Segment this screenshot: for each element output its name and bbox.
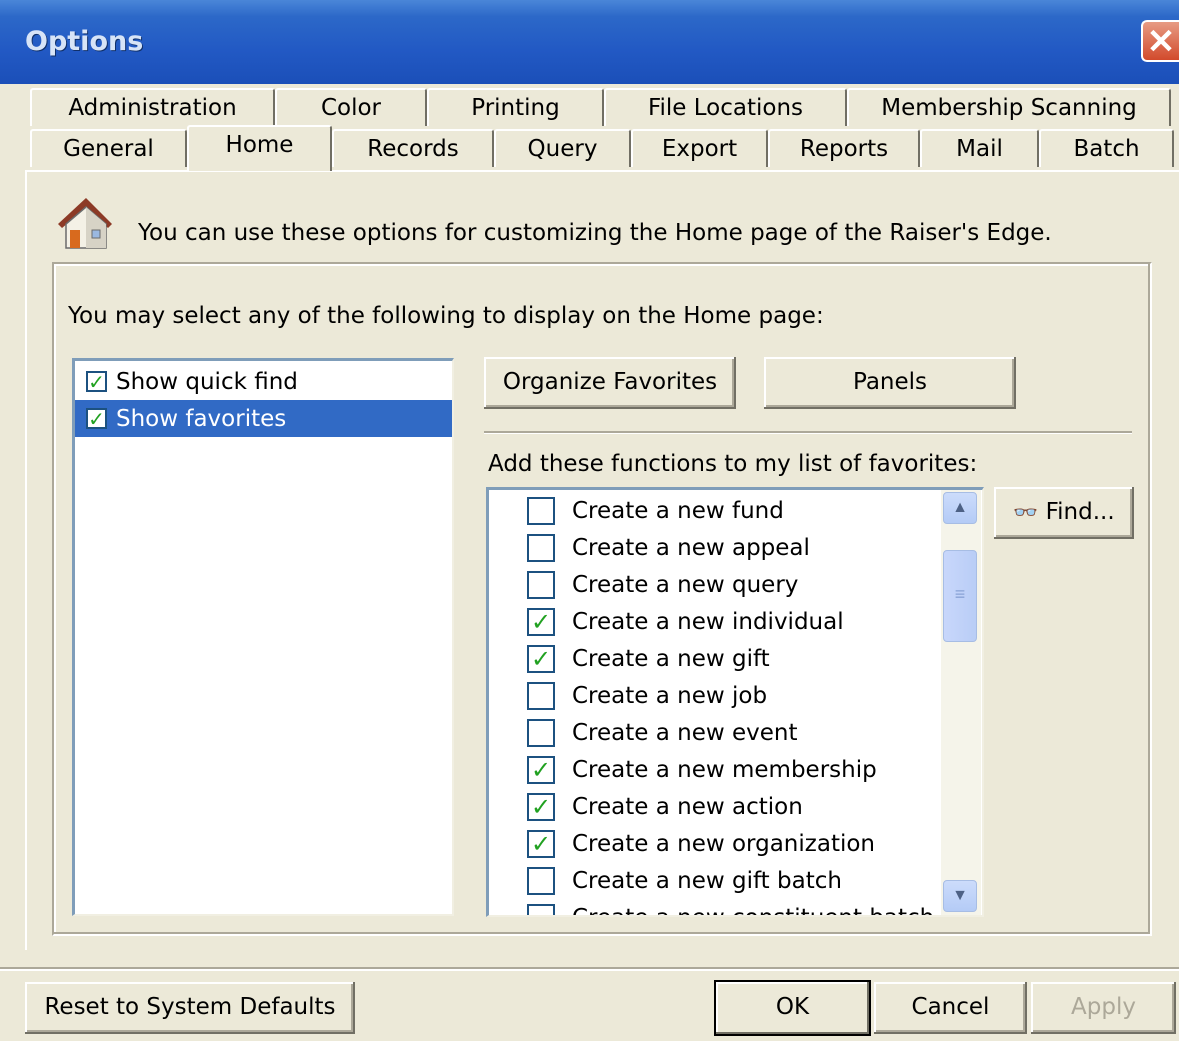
favorites-function-list[interactable]: Create a new fund Create a new appeal Cr… xyxy=(486,487,984,917)
close-button[interactable]: ✕ xyxy=(1141,20,1179,62)
checkbox-checked[interactable]: ✓ xyxy=(86,371,107,392)
ok-button[interactable]: OK xyxy=(716,982,869,1034)
cancel-button[interactable]: Cancel xyxy=(874,982,1027,1034)
checkbox-checked[interactable]: ✓ xyxy=(527,755,555,784)
tab-administration[interactable]: Administration xyxy=(30,88,275,126)
checkbox-checked[interactable]: ✓ xyxy=(527,792,555,821)
scroll-up-button[interactable]: ▲ xyxy=(943,492,977,524)
close-icon: ✕ xyxy=(1146,23,1176,61)
binoculars-icon: 👓 xyxy=(1013,500,1039,524)
organize-favorites-button[interactable]: Organize Favorites xyxy=(484,357,736,409)
list-item[interactable]: ✓ Create a new membership xyxy=(527,751,877,788)
checkbox[interactable] xyxy=(527,570,555,599)
footer-divider xyxy=(0,967,1179,971)
checkbox[interactable] xyxy=(527,533,555,562)
home-icon xyxy=(58,198,112,249)
display-select-label: You may select any of the following to d… xyxy=(68,303,824,329)
grip-icon: ≡ xyxy=(954,584,966,604)
tab-general[interactable]: General xyxy=(30,129,187,167)
tab-file-locations[interactable]: File Locations xyxy=(604,88,847,126)
window-title: Options xyxy=(25,26,144,57)
list-item-show-quick-find[interactable]: ✓ Show quick find xyxy=(75,363,452,400)
list-item[interactable]: ✓ Create a new organization xyxy=(527,825,875,862)
apply-button[interactable]: Apply xyxy=(1031,982,1176,1034)
tab-mail[interactable]: Mail xyxy=(920,129,1039,167)
tab-home[interactable]: Home xyxy=(187,125,332,171)
checkbox-checked[interactable]: ✓ xyxy=(86,408,107,429)
checkbox[interactable] xyxy=(527,496,555,525)
list-item[interactable]: Create a new constituent batch xyxy=(527,899,934,915)
checkbox-checked[interactable]: ✓ xyxy=(527,607,555,636)
chevron-up-icon: ▲ xyxy=(952,499,968,516)
home-description: You can use these options for customizin… xyxy=(138,220,1052,246)
list-item[interactable]: Create a new job xyxy=(527,677,767,714)
add-functions-label: Add these functions to my list of favori… xyxy=(488,451,978,477)
panels-button[interactable]: Panels xyxy=(764,357,1016,409)
list-item[interactable]: ✓ Create a new individual xyxy=(527,603,844,640)
tab-batch[interactable]: Batch xyxy=(1039,129,1174,167)
checkbox-checked[interactable]: ✓ xyxy=(527,829,555,858)
tab-query[interactable]: Query xyxy=(494,129,631,167)
list-item[interactable]: Create a new appeal xyxy=(527,529,810,566)
scroll-thumb[interactable]: ≡ xyxy=(943,550,977,642)
list-item[interactable]: Create a new query xyxy=(527,566,798,603)
function-list-scrollbar[interactable]: ▲ ≡ ▼ xyxy=(941,490,981,915)
tab-export[interactable]: Export xyxy=(631,129,768,167)
list-item[interactable]: ✓ Create a new gift xyxy=(527,640,770,677)
list-item[interactable]: ✓ Create a new action xyxy=(527,788,803,825)
tab-printing[interactable]: Printing xyxy=(427,88,604,126)
home-display-list[interactable]: ✓ Show quick find ✓ Show favorites xyxy=(72,358,454,916)
checkbox-checked[interactable]: ✓ xyxy=(527,644,555,673)
tab-records[interactable]: Records xyxy=(332,129,494,167)
divider xyxy=(484,431,1132,434)
find-button[interactable]: 👓 Find... xyxy=(994,487,1134,539)
checkbox[interactable] xyxy=(527,903,555,915)
chevron-down-icon: ▼ xyxy=(952,887,968,904)
checkbox[interactable] xyxy=(527,718,555,747)
tab-color[interactable]: Color xyxy=(275,88,427,126)
checkbox[interactable] xyxy=(527,681,555,710)
list-item[interactable]: Create a new gift batch xyxy=(527,862,842,899)
reset-defaults-button[interactable]: Reset to System Defaults xyxy=(25,982,355,1034)
checkbox[interactable] xyxy=(527,866,555,895)
list-item[interactable]: Create a new event xyxy=(527,714,798,751)
list-item-show-favorites[interactable]: ✓ Show favorites xyxy=(75,400,452,437)
tab-membership-scanning[interactable]: Membership Scanning xyxy=(847,88,1171,126)
list-item[interactable]: Create a new fund xyxy=(527,492,784,529)
title-bar: Options ✕ xyxy=(0,0,1179,84)
scroll-down-button[interactable]: ▼ xyxy=(943,880,977,912)
tab-reports[interactable]: Reports xyxy=(768,129,920,167)
